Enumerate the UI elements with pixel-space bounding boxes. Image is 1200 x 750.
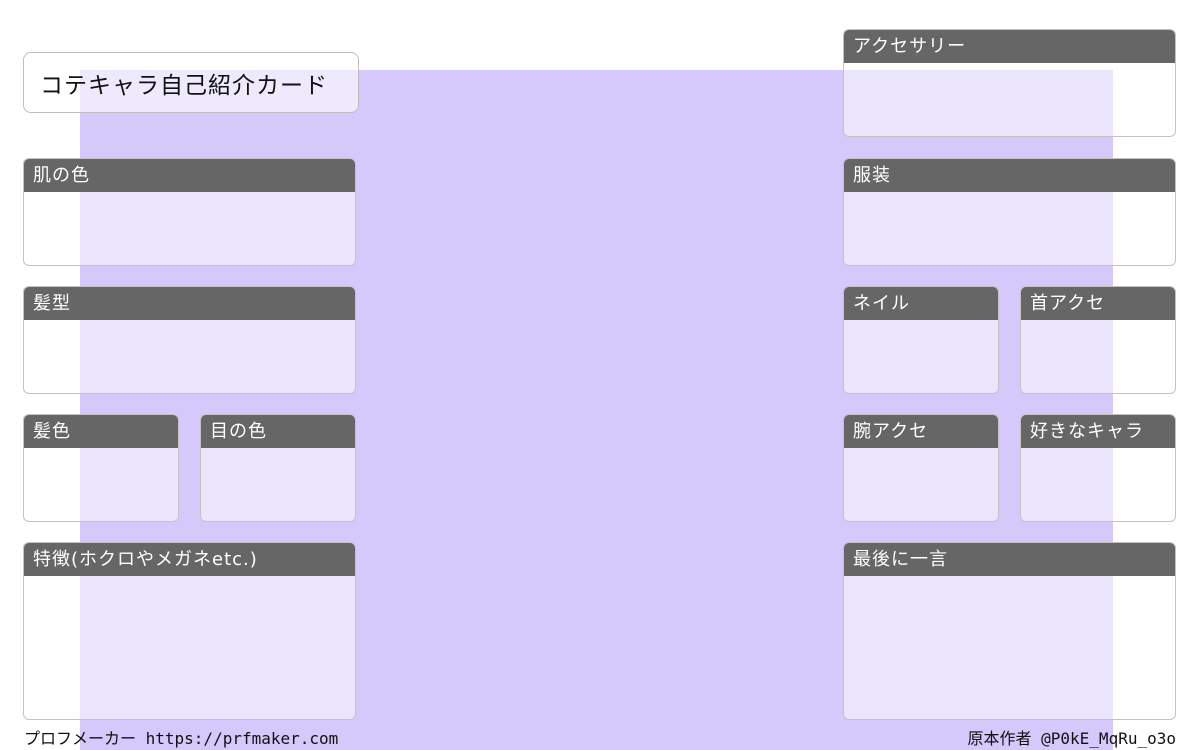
panel-eye-color[interactable]: 目の色 xyxy=(200,414,356,522)
panel-input-area[interactable] xyxy=(844,192,1175,265)
panel-header: 腕アクセ xyxy=(844,415,998,448)
panel-favorite-chara[interactable]: 好きなキャラ xyxy=(1020,414,1176,522)
panel-header: 好きなキャラ xyxy=(1021,415,1175,448)
panel-input-area[interactable] xyxy=(844,576,1175,719)
panel-accessory[interactable]: アクセサリー xyxy=(843,29,1176,137)
panel-nail[interactable]: ネイル xyxy=(843,286,999,394)
panel-input-area[interactable] xyxy=(1021,448,1175,521)
panel-last-word[interactable]: 最後に一言 xyxy=(843,542,1176,720)
panel-header: 首アクセ xyxy=(1021,287,1175,320)
panel-hair-color[interactable]: 髪色 xyxy=(23,414,179,522)
panel-clothing[interactable]: 服装 xyxy=(843,158,1176,266)
panel-input-area[interactable] xyxy=(201,448,355,521)
panel-input-area[interactable] xyxy=(24,320,355,393)
footer-credit-author: 原本作者 @P0kE_MqRu_o3o xyxy=(967,729,1177,748)
panel-input-area[interactable] xyxy=(24,448,178,521)
footer-credit-maker: プロフメーカー https://prfmaker.com xyxy=(24,729,339,748)
panel-header: 肌の色 xyxy=(24,159,355,192)
panel-header: 髪型 xyxy=(24,287,355,320)
panel-header: 目の色 xyxy=(201,415,355,448)
card-title-box: コテキャラ自己紹介カード xyxy=(23,52,359,113)
panel-input-area[interactable] xyxy=(844,448,998,521)
panel-header: 髪色 xyxy=(24,415,178,448)
panel-hairstyle[interactable]: 髪型 xyxy=(23,286,356,394)
panel-header: 服装 xyxy=(844,159,1175,192)
panel-input-area[interactable] xyxy=(844,63,1175,136)
panel-header: ネイル xyxy=(844,287,998,320)
panel-input-area[interactable] xyxy=(1021,320,1175,393)
panel-input-area[interactable] xyxy=(24,192,355,265)
panel-skin-color[interactable]: 肌の色 xyxy=(23,158,356,266)
panel-header: 特徴(ホクロやメガネetc.) xyxy=(24,543,355,576)
panel-header: 最後に一言 xyxy=(844,543,1175,576)
panel-input-area[interactable] xyxy=(844,320,998,393)
panel-input-area[interactable] xyxy=(24,576,355,719)
panel-header: アクセサリー xyxy=(844,30,1175,63)
panel-arm-accessory[interactable]: 腕アクセ xyxy=(843,414,999,522)
panel-neck-accessory[interactable]: 首アクセ xyxy=(1020,286,1176,394)
card-title: コテキャラ自己紹介カード xyxy=(40,72,328,99)
panel-features[interactable]: 特徴(ホクロやメガネetc.) xyxy=(23,542,356,720)
